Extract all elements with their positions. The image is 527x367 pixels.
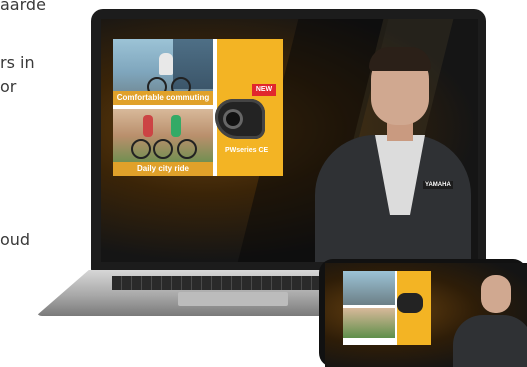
presentation-slide: Comfortable commuting Daily city ride NE… [113,39,283,176]
jacket-badge: YAMAHA [423,181,453,189]
phone-screen [325,263,527,367]
drive-unit-image [215,99,265,139]
phone-slide [343,271,431,345]
product-name: PWseries CE [225,147,269,154]
phone-presenter [447,271,527,367]
slide-caption-bottom: Daily city ride [113,162,213,176]
side-text-line: rs in [0,53,35,72]
laptop-screen: Comfortable commuting Daily city ride NE… [101,19,478,262]
slide-caption-top: Comfortable commuting [113,91,213,105]
side-text-line: aarde [0,0,46,14]
side-text-line: oud [0,230,31,249]
presenter-figure: YAMAHA [311,39,471,262]
side-text-line: or [0,77,17,96]
laptop-trackpad [178,292,288,306]
city-ride-photo [113,109,213,169]
new-badge: NEW [252,84,276,96]
